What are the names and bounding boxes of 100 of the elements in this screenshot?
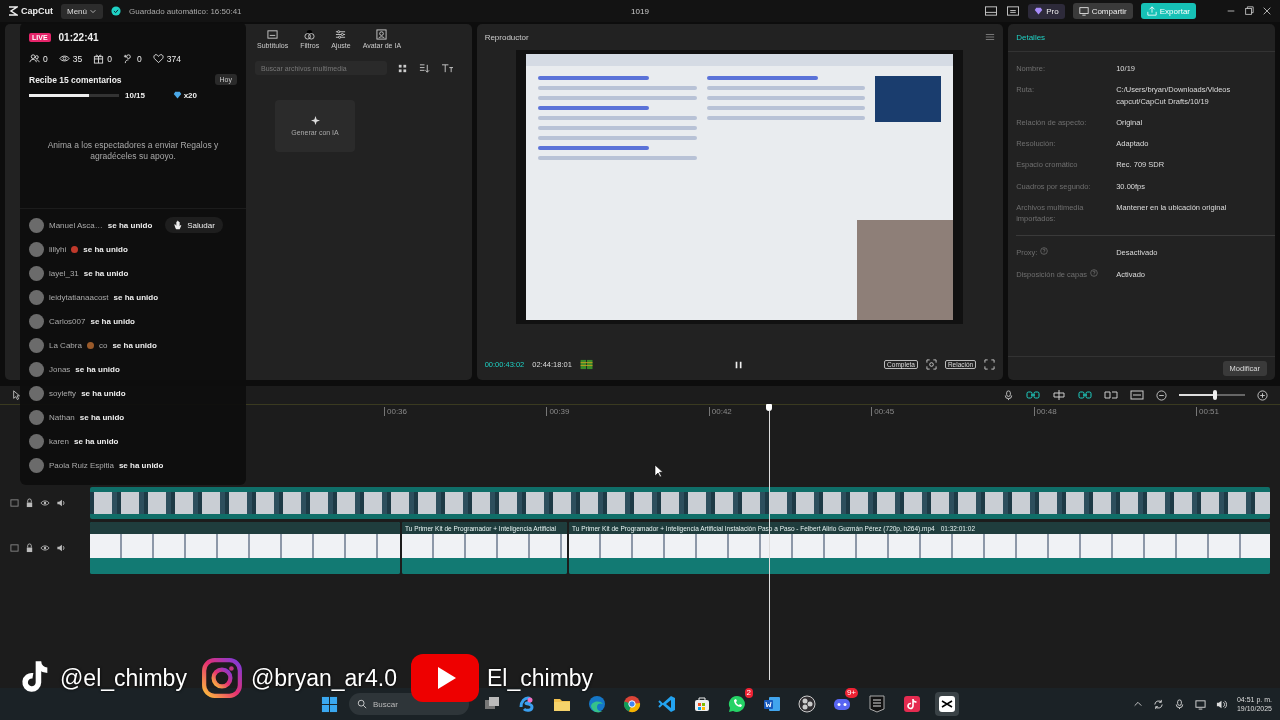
user-name: leidytatianaacost xyxy=(49,292,109,302)
time-mark: 00:42 xyxy=(708,407,732,416)
menu-icon[interactable] xyxy=(985,32,996,42)
share-button[interactable]: Compartir xyxy=(1072,3,1133,19)
chevron-up-icon[interactable] xyxy=(1132,699,1143,709)
emoji-icon xyxy=(71,245,79,253)
user-avatar xyxy=(29,313,44,329)
clip-icon[interactable] xyxy=(10,498,19,508)
zoom-out-icon[interactable] xyxy=(1156,389,1167,401)
monitor-icon[interactable] xyxy=(1194,698,1206,710)
microphone-icon[interactable] xyxy=(1003,389,1014,401)
microphone-icon[interactable] xyxy=(1173,698,1185,710)
gift-icon xyxy=(93,53,105,64)
avatar-frame-icon xyxy=(376,29,388,40)
join-message: se ha unido xyxy=(113,292,159,302)
social-handle: El_chimby xyxy=(487,664,594,692)
caption-track-icon[interactable] xyxy=(1130,389,1144,401)
stat-count: 0 xyxy=(136,53,142,64)
check-circle-icon xyxy=(111,6,121,16)
time-mark: 00:48 xyxy=(1033,407,1057,416)
speaker-icon[interactable] xyxy=(1215,698,1227,710)
people-icon xyxy=(29,53,40,64)
windows-logo-icon[interactable] xyxy=(321,695,338,713)
lock-icon[interactable] xyxy=(25,543,34,553)
fullscreen-icon[interactable] xyxy=(984,359,996,370)
eye-icon[interactable] xyxy=(40,543,50,553)
time-mark: 00:45 xyxy=(871,407,895,416)
user-name: Nathan xyxy=(49,412,75,422)
upload-icon xyxy=(1146,6,1157,16)
gift-hint: Anima a los espectadores a enviar Regalos y agradéceles su apoyo. xyxy=(46,140,220,163)
screen-icon xyxy=(1078,6,1089,16)
user-name: La Cabra xyxy=(49,340,82,350)
join-message: se ha unido xyxy=(83,268,129,278)
play-button-icon xyxy=(411,654,479,702)
panel-icon[interactable] xyxy=(1006,5,1021,17)
user-avatar xyxy=(29,289,44,305)
live-timer: 01:22:41 xyxy=(58,32,99,43)
pro-button[interactable]: Pro xyxy=(1028,3,1065,19)
video-clip[interactable] xyxy=(90,522,400,574)
time-mark: 00:51 xyxy=(1196,407,1220,416)
sort-icon[interactable] xyxy=(418,62,431,74)
project-title: 1019 xyxy=(631,6,649,16)
speaker-icon[interactable] xyxy=(56,498,66,508)
user-avatar xyxy=(29,337,44,353)
user-name-suffix: co xyxy=(98,340,108,350)
caret-icon xyxy=(89,7,97,15)
mouse-pointer-icon xyxy=(654,464,664,478)
zoom-in-icon[interactable] xyxy=(1257,389,1268,401)
join-message: se ha unido xyxy=(107,220,153,230)
user-name: lillyhi xyxy=(49,244,67,254)
stat-count: 374 xyxy=(166,53,181,64)
video-clip[interactable] xyxy=(90,487,1270,519)
split-view-icon[interactable] xyxy=(1052,389,1066,401)
player-title: Reproductor xyxy=(484,32,529,42)
user-avatar xyxy=(29,217,44,233)
user-name: Paola Ruiz Espitia xyxy=(49,460,114,470)
goal-title: Recibe 15 comentarios xyxy=(29,74,122,85)
eye-icon xyxy=(58,53,70,64)
close-icon[interactable] xyxy=(1262,6,1272,16)
user-avatar xyxy=(29,457,44,473)
user-name: soylefty xyxy=(49,388,77,398)
level-meter-icon xyxy=(579,359,594,370)
reward-count: x20 xyxy=(183,91,197,100)
join-message: se ha unido xyxy=(118,460,164,470)
greet-button[interactable]: Saludar xyxy=(165,217,223,233)
sliders-icon xyxy=(335,29,347,40)
stat-count: 0 xyxy=(107,53,112,64)
camera-icon xyxy=(200,657,243,699)
select-arrow-icon[interactable] xyxy=(12,389,22,401)
user-avatar xyxy=(29,241,44,257)
time-mark: 00:39 xyxy=(546,407,570,416)
thumbnail-placeholder xyxy=(875,76,942,122)
zoom-frame-icon[interactable] xyxy=(925,359,937,370)
sparkle-icon xyxy=(310,116,320,125)
user-name: Carlos007 xyxy=(49,316,86,326)
lock-icon[interactable] xyxy=(25,498,34,508)
text-filter-icon[interactable] xyxy=(441,62,454,74)
pause-icon[interactable] xyxy=(734,359,744,370)
user-avatar xyxy=(29,409,44,425)
eye-icon[interactable] xyxy=(40,498,50,508)
caption-icon xyxy=(267,29,279,40)
menu-button[interactable]: Menú xyxy=(61,3,103,19)
stat-count: 35 xyxy=(72,53,83,64)
link-icon[interactable] xyxy=(1078,389,1092,401)
social-handle: @el_chimby xyxy=(60,664,187,692)
gem-icon xyxy=(172,91,182,100)
autosave-status: Guardado automático: 16:50:41 xyxy=(129,6,242,16)
join-message: se ha unido xyxy=(74,436,119,446)
sync-icon[interactable] xyxy=(1152,698,1164,710)
speaker-icon[interactable] xyxy=(56,543,66,553)
layout-icon[interactable] xyxy=(984,5,999,17)
clip-icon[interactable] xyxy=(10,543,19,553)
maximize-icon[interactable] xyxy=(1244,6,1254,16)
join-message: se ha unido xyxy=(81,388,126,398)
search-icon xyxy=(357,699,367,709)
grid-icon[interactable] xyxy=(397,62,408,74)
user-name: karen xyxy=(49,436,69,446)
compare-icon[interactable] xyxy=(1104,389,1118,401)
join-message: se ha unido xyxy=(112,340,157,350)
link-icon[interactable] xyxy=(1026,389,1040,401)
